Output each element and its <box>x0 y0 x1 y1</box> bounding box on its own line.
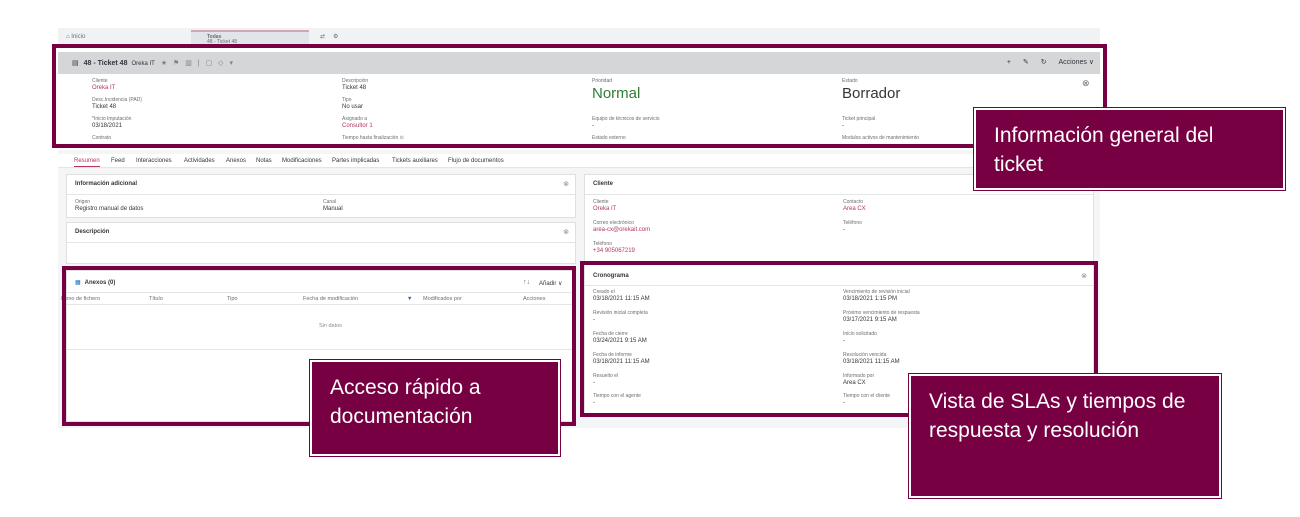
field-cliente: Cliente Oreka IT <box>593 199 616 212</box>
card-title: Cliente <box>593 181 614 187</box>
field-telefono-2: Teléfono +34 905067219 <box>593 241 635 254</box>
home-link[interactable]: ⌂ Inicio <box>66 34 85 40</box>
divider <box>585 194 1093 195</box>
descripcion-card: Descripción ⊗ <box>66 222 576 264</box>
collapse-icon[interactable]: ⊗ <box>563 180 569 188</box>
shell-icons[interactable]: ⇄⚙ <box>320 33 346 40</box>
label: Teléfono <box>593 241 612 247</box>
value: Manual <box>323 206 343 212</box>
callout-slas: Vista de SLAs y tiempos de respuesta y r… <box>908 373 1222 499</box>
collapse-icon[interactable]: ⊗ <box>563 228 569 236</box>
tab-flujo-documentos[interactable]: Flujo de documentos <box>448 158 504 164</box>
phone-link[interactable]: +34 905067219 <box>593 248 635 254</box>
cliente-link[interactable]: Oreka IT <box>593 206 616 212</box>
field-correo: Correo electrónico area-cx@orekait.com <box>593 220 650 233</box>
tab-actividades[interactable]: Actividades <box>184 158 215 164</box>
field-contacto: Contacto Area CX <box>843 199 866 212</box>
field-origen: Origen Registro manual de datos <box>75 199 143 212</box>
card-title: Descripción <box>75 229 110 235</box>
tab-anexos[interactable]: Anexos <box>226 158 246 164</box>
label: Canal <box>323 199 337 205</box>
divider <box>67 242 575 243</box>
email-link[interactable]: area-cx@orekait.com <box>593 227 650 233</box>
home-label: Inicio <box>71 34 86 40</box>
callout-slas-text: Vista de SLAs y tiempos de respuesta y r… <box>929 390 1186 442</box>
label: Teléfono <box>843 220 862 226</box>
info-adicional-card: Información adicional ⊗ Origen Registro m… <box>66 174 576 218</box>
field-canal: Canal Manual <box>323 199 343 212</box>
callout-general: Información general del ticket <box>973 107 1286 191</box>
value: Registro manual de datos <box>75 206 144 212</box>
callout-docs: Acceso rápido a documentación <box>309 359 561 457</box>
value: - <box>843 227 845 233</box>
contacto-link[interactable]: Area CX <box>843 206 866 212</box>
tab-tickets-auxiliares[interactable]: Tickets auxiliares <box>392 158 438 164</box>
label: Cliente <box>593 199 609 205</box>
label: Correo electrónico <box>593 220 634 226</box>
tab-notas[interactable]: Notas <box>256 158 272 164</box>
tab-bar: Resumen Feed Interacciones Actividades A… <box>58 154 1100 168</box>
label: Origen <box>75 199 91 205</box>
tab-interacciones[interactable]: Interacciones <box>136 158 172 164</box>
divider <box>67 194 575 195</box>
label: Contacto <box>843 199 864 205</box>
tab-modificaciones[interactable]: Modificaciones <box>282 158 322 164</box>
callout-general-text: Información general del ticket <box>994 124 1214 176</box>
tab-partes-implicadas[interactable]: Partes implicadas <box>332 158 379 164</box>
tab-resumen[interactable]: Resumen <box>74 158 100 167</box>
field-telefono: Teléfono - <box>843 220 862 233</box>
card-title: Información adicional <box>75 181 138 187</box>
callout-docs-text: Acceso rápido a documentación <box>330 376 481 428</box>
tab-feed[interactable]: Feed <box>111 158 125 164</box>
highlight-header <box>52 44 1107 148</box>
